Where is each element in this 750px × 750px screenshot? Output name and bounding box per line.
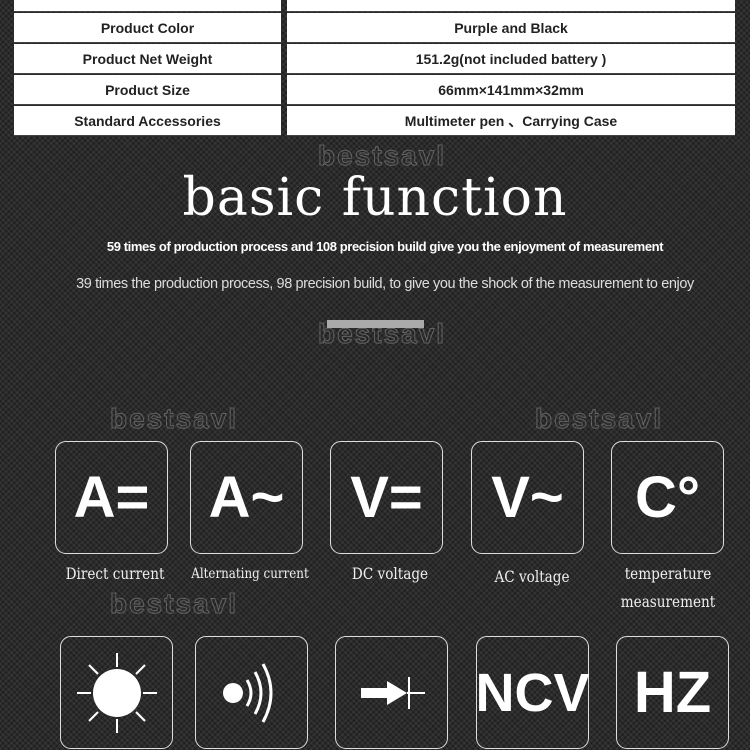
dc-current-icon: A= (55, 441, 168, 554)
function-label: temperature measurement (620, 564, 716, 611)
frequency-icon: HZ (616, 636, 729, 749)
watermark: bestsavl (534, 403, 664, 435)
spec-value: 66mm×141mm×32mm (287, 75, 735, 105)
spec-value: Multimeter pen 、Carrying Case (287, 106, 735, 136)
spec-row: Standard Accessories Multimeter pen 、Carr… (13, 106, 736, 136)
ac-current-icon: A~ (190, 441, 303, 554)
watermark: bestsavl (109, 588, 239, 620)
function-label: AC voltage (494, 567, 570, 586)
continuity-buzzer-icon (195, 636, 308, 749)
section-title: basic function (182, 168, 568, 228)
function-label: DC voltage (351, 564, 429, 583)
backlight-sun-icon (60, 636, 173, 749)
spec-value: 151.2g(not included battery ) (287, 44, 735, 74)
function-label: Direct current (65, 564, 165, 583)
ncv-icon: NCV (476, 636, 590, 749)
section-subtitle: 39 times the production process, 98 prec… (76, 276, 694, 292)
watermark: bestsavl (109, 403, 239, 435)
function-label: Alternating current (191, 566, 309, 582)
temperature-icon: C° (611, 441, 724, 554)
spec-row (13, 0, 736, 12)
spec-row: Product Net Weight 151.2g(not included ba… (13, 44, 736, 74)
spec-label: Standard Accessories (14, 106, 281, 136)
spec-value (287, 0, 735, 12)
section-subtitle-bold: 59 times of production process and 108 p… (106, 239, 664, 254)
dc-voltage-icon: V= (330, 441, 443, 554)
spec-label: Product Size (14, 75, 281, 105)
spec-value: Purple and Black (287, 13, 735, 43)
diode-icon (335, 636, 448, 749)
spec-label: Product Color (14, 13, 281, 43)
spec-row: Product Size 66mm×141mm×32mm (13, 75, 736, 105)
spec-row: Product Color Purple and Black (13, 13, 736, 43)
ac-voltage-icon: V~ (471, 441, 584, 554)
divider-bar (327, 320, 424, 328)
spec-label (14, 0, 281, 12)
spec-label: Product Net Weight (14, 44, 281, 74)
